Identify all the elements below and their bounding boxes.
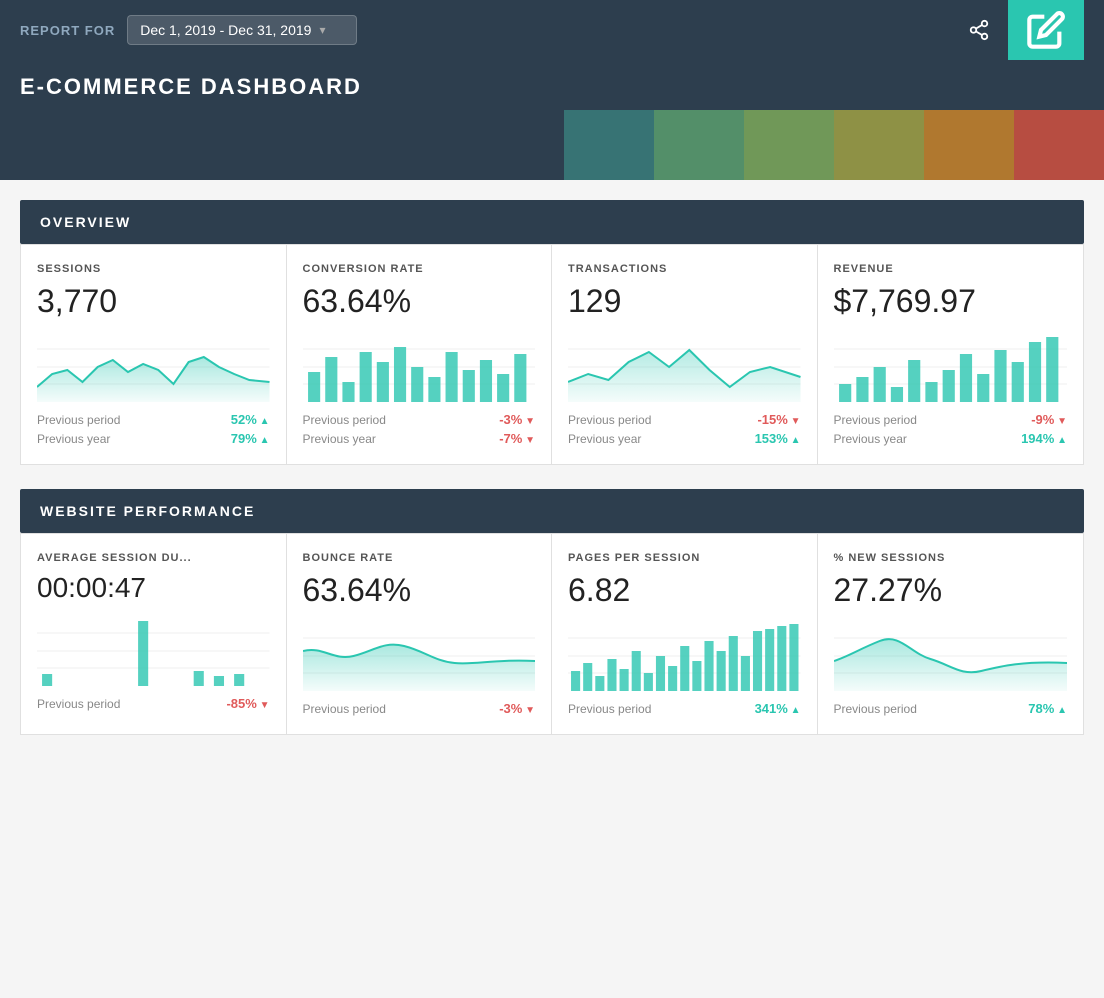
main-content: OVERVIEW SESSIONS 3,770	[0, 180, 1104, 755]
sessions-label: SESSIONS	[37, 263, 270, 275]
top-bar: REPORT FOR Dec 1, 2019 - Dec 31, 2019 ▾	[0, 0, 1104, 60]
avg-session-card: AVERAGE SESSION DU... 00:00:47	[21, 534, 287, 734]
overview-header: OVERVIEW	[20, 200, 1084, 244]
transactions-stats: Previous period -15% Previous year 153%	[568, 412, 801, 446]
bounce-rate-value: 63.64%	[303, 572, 536, 609]
transactions-prev-year-value: 153%	[755, 431, 801, 446]
bounce-rate-card: BOUNCE RATE 63.64%	[287, 534, 553, 734]
transactions-value: 129	[568, 283, 801, 320]
new-sessions-prev-period-value: 78%	[1028, 701, 1067, 716]
transactions-prev-year-label: Previous year	[568, 432, 641, 446]
revenue-stats: Previous period -9% Previous year 194%	[834, 412, 1068, 446]
sessions-value: 3,770	[37, 283, 270, 320]
bounce-rate-label: BOUNCE RATE	[303, 552, 536, 564]
sessions-chart	[37, 332, 270, 402]
revenue-prev-period-label: Previous period	[834, 413, 917, 427]
pages-per-session-value: 6.82	[568, 572, 801, 609]
date-selector[interactable]: Dec 1, 2019 - Dec 31, 2019 ▾	[127, 15, 356, 45]
website-performance-header: WEBSITE PERFORMANCE	[20, 489, 1084, 533]
website-performance-cards-grid: AVERAGE SESSION DU... 00:00:47	[20, 533, 1084, 735]
revenue-value: $7,769.97	[834, 283, 1068, 320]
new-sessions-value: 27.27%	[834, 572, 1068, 609]
conversion-chart	[303, 332, 536, 402]
edit-button[interactable]	[1008, 0, 1084, 60]
conversion-prev-period-label: Previous period	[303, 413, 386, 427]
revenue-prev-year-label: Previous year	[834, 432, 907, 446]
transactions-prev-period-value: -15%	[757, 412, 800, 427]
avg-session-chart	[37, 616, 270, 686]
report-for-label: REPORT FOR	[20, 23, 115, 38]
sessions-stats: Previous period 52% Previous year 79%	[37, 412, 270, 446]
transactions-label: TRANSACTIONS	[568, 263, 801, 275]
sessions-prev-year-label: Previous year	[37, 432, 110, 446]
bounce-rate-prev-period-value: -3%	[499, 701, 535, 716]
conversion-value: 63.64%	[303, 283, 536, 320]
avg-session-prev-period-label: Previous period	[37, 697, 120, 711]
page-title: E-COMMERCE DASHBOARD	[20, 74, 1084, 100]
sessions-card: SESSIONS 3,770	[21, 245, 287, 464]
color-bands	[564, 110, 1104, 180]
sessions-prev-period-value: 52%	[231, 412, 270, 427]
conversion-prev-year-label: Previous year	[303, 432, 376, 446]
avg-session-label: AVERAGE SESSION DU...	[37, 552, 270, 564]
avg-session-value: 00:00:47	[37, 572, 270, 604]
pages-per-session-chart	[568, 621, 801, 691]
pages-per-session-card: PAGES PER SESSION 6.82	[552, 534, 818, 734]
avg-session-stats: Previous period -85%	[37, 696, 270, 711]
new-sessions-card: % NEW SESSIONS 27.27%	[818, 534, 1084, 734]
sessions-prev-period-label: Previous period	[37, 413, 120, 427]
top-bar-actions	[958, 0, 1084, 60]
title-bar: E-COMMERCE DASHBOARD	[0, 60, 1104, 180]
pages-per-session-prev-period-value: 341%	[755, 701, 801, 716]
chevron-down-icon: ▾	[319, 23, 325, 37]
pages-per-session-prev-period-label: Previous period	[568, 702, 651, 716]
sessions-prev-year-value: 79%	[231, 431, 270, 446]
pages-per-session-label: PAGES PER SESSION	[568, 552, 801, 564]
transactions-card: TRANSACTIONS 129	[552, 245, 818, 464]
overview-cards-grid: SESSIONS 3,770	[20, 244, 1084, 465]
new-sessions-label: % NEW SESSIONS	[834, 552, 1068, 564]
new-sessions-prev-period-label: Previous period	[834, 702, 917, 716]
bounce-rate-stats: Previous period -3%	[303, 701, 536, 716]
bounce-rate-prev-period-label: Previous period	[303, 702, 386, 716]
conversion-prev-period-value: -3%	[499, 412, 535, 427]
date-range-text: Dec 1, 2019 - Dec 31, 2019	[140, 22, 311, 38]
bounce-rate-chart	[303, 621, 536, 691]
share-button[interactable]	[958, 0, 1000, 60]
conversion-label: CONVERSION RATE	[303, 263, 536, 275]
revenue-chart	[834, 332, 1068, 402]
overview-section: OVERVIEW SESSIONS 3,770	[20, 200, 1084, 465]
website-performance-section: WEBSITE PERFORMANCE AVERAGE SESSION DU..…	[20, 489, 1084, 735]
transactions-chart	[568, 332, 801, 402]
transactions-prev-period-label: Previous period	[568, 413, 651, 427]
revenue-prev-period-value: -9%	[1031, 412, 1067, 427]
conversion-prev-year-value: -7%	[499, 431, 535, 446]
new-sessions-chart	[834, 621, 1068, 691]
new-sessions-stats: Previous period 78%	[834, 701, 1068, 716]
conversion-rate-card: CONVERSION RATE 63.64%	[287, 245, 553, 464]
revenue-card: REVENUE $7,769.97	[818, 245, 1084, 464]
avg-session-prev-period-value: -85%	[226, 696, 269, 711]
revenue-prev-year-value: 194%	[1021, 431, 1067, 446]
conversion-stats: Previous period -3% Previous year -7%	[303, 412, 536, 446]
pages-per-session-stats: Previous period 341%	[568, 701, 801, 716]
revenue-label: REVENUE	[834, 263, 1068, 275]
